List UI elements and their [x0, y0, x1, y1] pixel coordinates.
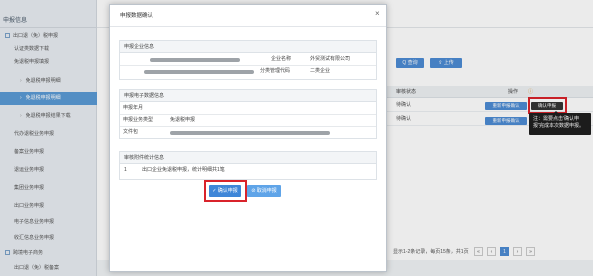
dialog-title: 申报数据确认 [120, 13, 154, 19]
business-type-label: 申报业务类型 [123, 117, 154, 123]
company-name-value: 外贸测试有限公司 [310, 56, 351, 62]
file-package-label: 文件包 [123, 129, 139, 135]
class-code-label: 分类管理代码 [260, 68, 291, 74]
confirm-dialog: 申报数据确认 × 申报企业信息 企业名称 外贸测试有限公司 分类管理代码 二类企… [109, 4, 387, 272]
dialog-header: 申报数据确认 × [110, 5, 386, 27]
period-label: 申报年月 [123, 105, 144, 111]
row-divider [120, 126, 376, 127]
enterprise-panel: 申报企业信息 企业名称 外贸测试有限公司 分类管理代码 二类企业 [119, 40, 377, 80]
row-divider [120, 114, 376, 115]
close-icon[interactable]: × [375, 10, 380, 18]
cancel-submit-button[interactable]: ⊘ 取消申报 [247, 185, 281, 197]
summary-section-title: 审核附件统计信息 [120, 152, 376, 164]
class-code-value: 二类企业 [310, 68, 331, 74]
electronic-panel: 申报电子数据信息 申报年月 申报业务类型 免退税申报 文件包 [119, 89, 377, 139]
masked-value [150, 58, 240, 62]
company-name-label: 企业名称 [271, 56, 292, 62]
row-divider [120, 65, 376, 66]
summary-panel: 审核附件统计信息 1 出口企业免退税申报，统计明细共1笔 [119, 151, 377, 180]
summary-text: 出口企业免退税申报，统计明细共1笔 [142, 167, 225, 173]
electronic-section-title: 申报电子数据信息 [120, 90, 376, 102]
business-type-value: 免退税申报 [170, 117, 196, 123]
cancel-label: 取消申报 [256, 188, 277, 194]
enterprise-section-title: 申报企业信息 [120, 41, 376, 53]
masked-value [144, 70, 254, 74]
masked-value [170, 131, 330, 135]
summary-index: 1 [124, 167, 127, 173]
highlight-box-confirm [204, 180, 247, 202]
